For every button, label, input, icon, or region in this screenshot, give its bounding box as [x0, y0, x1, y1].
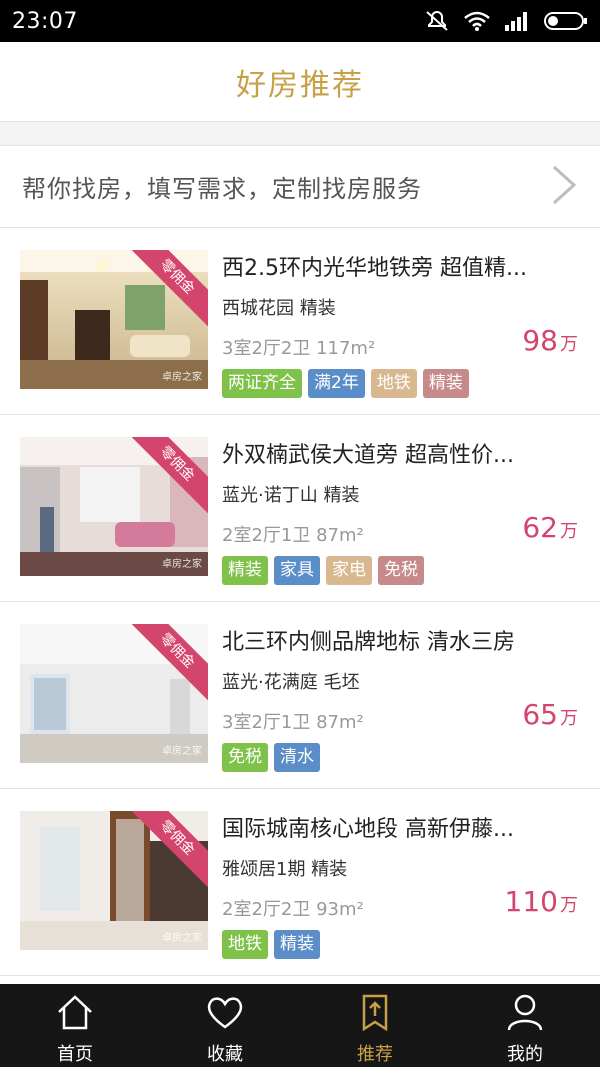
- home-icon: [55, 992, 95, 1036]
- battery-icon: [544, 11, 588, 31]
- listing-card[interactable]: 零佣金 卓房之家 外双楠武侯大道旁 超高性价... 蓝光·诺丁山 精装 2室2厅…: [0, 415, 600, 602]
- tab-home[interactable]: 首页: [0, 984, 150, 1067]
- listing-price: 65 万: [522, 698, 578, 731]
- status-time: 23:07: [12, 8, 78, 34]
- listing-price: 110 万: [505, 885, 578, 918]
- listing-tags: 免税 清水: [222, 743, 320, 772]
- price-unit: 万: [560, 895, 578, 916]
- tag: 免税: [222, 743, 268, 772]
- price-value: 65: [522, 698, 558, 731]
- tag: 满2年: [308, 369, 365, 398]
- tag: 清水: [274, 743, 320, 772]
- heart-icon: [205, 992, 245, 1036]
- photo-watermark: 卓房之家: [162, 933, 202, 944]
- photo-watermark: 卓房之家: [162, 372, 202, 383]
- tag: 精装: [222, 556, 268, 585]
- listing-title: 国际城南核心地段 高新伊藤...: [222, 817, 514, 842]
- tab-favorites[interactable]: 收藏: [150, 984, 300, 1067]
- tab-label: 首页: [57, 1044, 93, 1065]
- tag: 地铁: [222, 930, 268, 959]
- price-value: 62: [522, 511, 558, 544]
- listing-price: 62 万: [522, 511, 578, 544]
- wifi-icon: [464, 11, 490, 31]
- section-divider: [0, 122, 600, 146]
- bookmark-up-icon: [355, 992, 395, 1036]
- price-unit: 万: [560, 521, 578, 542]
- listing-title: 外双楠武侯大道旁 超高性价...: [222, 443, 514, 468]
- listing-card[interactable]: 零佣金 卓房之家 西2.5环内光华地铁旁 超值精... 西城花园 精装 3室2厅…: [0, 228, 600, 415]
- listing-card[interactable]: 零佣金 卓房之家 北三环内侧品牌地标 清水三房 蓝光·花满庭 毛坯 3室2厅1卫…: [0, 602, 600, 789]
- tag: 家具: [274, 556, 320, 585]
- tag: 精装: [274, 930, 320, 959]
- listing-photo: 零佣金 卓房之家: [20, 250, 208, 389]
- tab-mine[interactable]: 我的: [450, 984, 600, 1067]
- mute-icon: [424, 10, 450, 32]
- tab-label: 推荐: [357, 1044, 393, 1065]
- find-house-text: 帮你找房，填写需求，定制找房服务: [22, 175, 422, 203]
- listing-photo: 零佣金 卓房之家: [20, 437, 208, 576]
- listing-spec: 2室2厅1卫 87m²: [222, 525, 364, 546]
- tag: 两证齐全: [222, 369, 302, 398]
- listing-photo: 零佣金 卓房之家: [20, 811, 208, 950]
- price-value: 98: [522, 324, 558, 357]
- listing-photo: 零佣金 卓房之家: [20, 624, 208, 763]
- listing-spec: 3室2厅1卫 87m²: [222, 712, 364, 733]
- photo-watermark: 卓房之家: [162, 746, 202, 757]
- tag: 家电: [326, 556, 372, 585]
- chevron-right-icon: [550, 163, 578, 211]
- listing-card[interactable]: 零佣金 卓房之家 国际城南核心地段 高新伊藤... 雅颂居1期 精装 2室2厅2…: [0, 789, 600, 976]
- tag: 地铁: [370, 369, 417, 398]
- page-title: 好房推荐: [236, 67, 364, 103]
- listing-tags: 两证齐全 满2年 地铁 精装: [222, 369, 469, 398]
- person-icon: [505, 992, 545, 1036]
- photo-watermark: 卓房之家: [162, 559, 202, 570]
- listing-tags: 精装 家具 家电 免税: [222, 556, 424, 585]
- tab-label: 收藏: [207, 1044, 243, 1065]
- tag: 免税: [378, 556, 424, 585]
- listing-spec: 3室2厅2卫 117m²: [222, 338, 376, 359]
- page-header: 好房推荐: [0, 42, 600, 122]
- listing-tags: 地铁 精装: [222, 930, 320, 959]
- listing-spec: 2室2厅2卫 93m²: [222, 899, 364, 920]
- status-bar: 23:07: [0, 0, 600, 42]
- listing-estate: 西城花园 精装: [222, 298, 336, 319]
- tab-label: 我的: [507, 1044, 543, 1065]
- listing-title: 西2.5环内光华地铁旁 超值精...: [222, 256, 527, 281]
- find-house-banner[interactable]: 帮你找房，填写需求，定制找房服务: [0, 146, 600, 228]
- listing-price: 98 万: [522, 324, 578, 357]
- bottom-tab-bar: 首页 收藏 推荐 我的: [0, 984, 600, 1067]
- price-unit: 万: [560, 334, 578, 355]
- system-icons: [424, 10, 588, 32]
- listing-estate: 雅颂居1期 精装: [222, 859, 348, 880]
- listing-title: 北三环内侧品牌地标 清水三房: [222, 630, 515, 655]
- tag: 精装: [422, 369, 469, 398]
- listing-estate: 蓝光·诺丁山 精装: [222, 485, 360, 506]
- price-value: 110: [504, 885, 558, 918]
- tab-recommend[interactable]: 推荐: [300, 984, 450, 1067]
- listing-estate: 蓝光·花满庭 毛坯: [222, 672, 360, 693]
- price-unit: 万: [560, 708, 578, 729]
- signal-icon: [504, 11, 530, 31]
